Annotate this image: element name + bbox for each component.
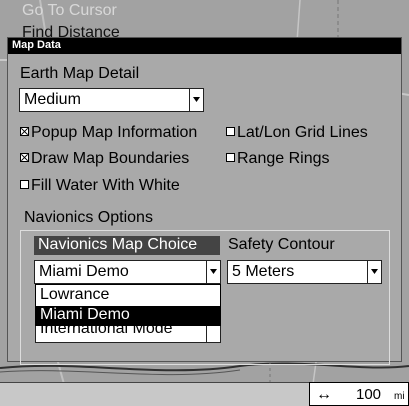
display-mode-select[interactable]: International Mode bbox=[35, 325, 221, 343]
dropdown-option-miami-demo[interactable]: Miami Demo bbox=[36, 306, 220, 325]
lat-lon-grid-lines-checkbox[interactable]: Lat/Lon Grid Lines bbox=[226, 124, 368, 142]
lat-lon-grid-lines-label: Lat/Lon Grid Lines bbox=[237, 124, 368, 141]
dialog-title-bar: Map Data bbox=[8, 38, 401, 54]
checkbox-unchecked-icon[interactable] bbox=[226, 153, 235, 162]
checkbox-unchecked-icon[interactable] bbox=[20, 180, 29, 189]
navionics-map-choice-label: Navionics Map Choice bbox=[38, 236, 198, 253]
navionics-map-choice-dropdown-list: Lowrance Miami Demo bbox=[35, 284, 221, 326]
fill-water-with-white-label: Fill Water With White bbox=[31, 177, 180, 194]
map-scale-indicator: ↔ 100 mi bbox=[309, 382, 409, 406]
checkbox-unchecked-icon[interactable] bbox=[226, 127, 235, 136]
chevron-down-icon[interactable] bbox=[206, 326, 220, 342]
scale-value: 100 bbox=[356, 386, 382, 403]
popup-map-information-label: Popup Map Information bbox=[31, 124, 198, 141]
earth-map-detail-value: Medium bbox=[24, 91, 81, 108]
chevron-down-icon[interactable] bbox=[206, 261, 220, 283]
checkbox-checked-icon[interactable] bbox=[20, 153, 29, 162]
draw-map-boundaries-checkbox[interactable]: Draw Map Boundaries bbox=[20, 150, 189, 168]
range-rings-label: Range Rings bbox=[237, 150, 330, 167]
range-rings-checkbox[interactable]: Range Rings bbox=[226, 150, 330, 168]
map-data-dialog: Map Data Earth Map Detail Medium Popup M… bbox=[7, 37, 402, 365]
dialog-title: Map Data bbox=[12, 39, 61, 51]
draw-map-boundaries-label: Draw Map Boundaries bbox=[31, 150, 190, 167]
navionics-map-choice-label-highlight: Navionics Map Choice bbox=[34, 236, 220, 255]
safety-contour-select[interactable]: 5 Meters bbox=[227, 260, 382, 284]
dropdown-option-lowrance[interactable]: Lowrance bbox=[36, 286, 220, 305]
popup-map-information-checkbox[interactable]: Popup Map Information bbox=[20, 124, 197, 142]
display-mode-value: International Mode bbox=[40, 325, 173, 337]
safety-contour-label: Safety Contour bbox=[228, 236, 335, 253]
dropdown-option-label: Lowrance bbox=[40, 286, 110, 303]
earth-map-detail-select[interactable]: Medium bbox=[19, 88, 204, 112]
navionics-map-choice-select[interactable]: Miami Demo bbox=[34, 260, 221, 284]
chevron-down-icon[interactable] bbox=[367, 261, 381, 283]
horizontal-double-arrow-icon: ↔ bbox=[316, 386, 332, 403]
map-screen: Go To Cursor Find Distance Map Data Eart… bbox=[0, 0, 409, 406]
fill-water-with-white-checkbox[interactable]: Fill Water With White bbox=[20, 177, 180, 195]
navionics-options-label: Navionics Options bbox=[24, 209, 153, 226]
chevron-down-icon[interactable] bbox=[189, 89, 203, 111]
earth-map-detail-label: Earth Map Detail bbox=[20, 65, 140, 82]
checkbox-checked-icon[interactable] bbox=[20, 127, 29, 136]
scale-unit: mi bbox=[394, 391, 405, 402]
dropdown-option-label: Miami Demo bbox=[40, 306, 130, 323]
navionics-map-choice-value: Miami Demo bbox=[39, 263, 129, 280]
safety-contour-value: 5 Meters bbox=[232, 263, 295, 280]
background-menu-go-to-cursor: Go To Cursor bbox=[22, 2, 117, 19]
